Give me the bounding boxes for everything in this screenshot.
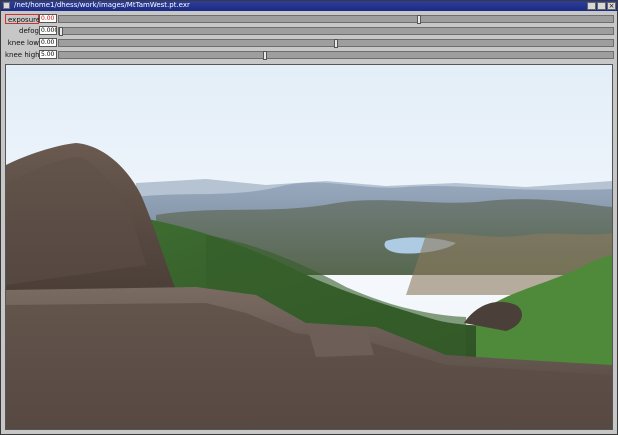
defog-control: defog 0.0000 — [3, 26, 615, 36]
knee-high-label: knee high — [5, 51, 40, 59]
knee-low-control: knee low 0.00 — [3, 38, 615, 48]
window-title: /net/home1/dhess/work/images/MtTamWest.p… — [14, 1, 190, 9]
minimize-icon[interactable] — [587, 2, 596, 10]
knee-high-field[interactable]: 5.00 — [39, 50, 57, 59]
knee-high-control: knee high 5.00 — [3, 50, 615, 60]
title-bar[interactable]: /net/home1/dhess/work/images/MtTamWest.p… — [1, 1, 617, 11]
exposure-label: exposure — [5, 14, 40, 24]
exposure-control: exposure 0.00 — [3, 14, 615, 24]
exposure-slider[interactable] — [58, 15, 614, 24]
exposure-slider-thumb[interactable] — [417, 15, 421, 24]
close-icon[interactable]: × — [607, 2, 616, 10]
knee-low-field[interactable]: 0.00 — [39, 38, 57, 47]
window-menu-icon[interactable] — [3, 2, 10, 9]
landscape-image — [6, 65, 612, 429]
knee-low-slider-thumb[interactable] — [334, 39, 338, 48]
defog-label: defog — [19, 27, 39, 35]
maximize-icon[interactable] — [597, 2, 606, 10]
viewer-window: /net/home1/dhess/work/images/MtTamWest.p… — [0, 0, 618, 435]
defog-field[interactable]: 0.0000 — [39, 26, 57, 35]
knee-high-slider-thumb[interactable] — [263, 51, 267, 60]
knee-low-slider[interactable] — [58, 39, 614, 48]
image-canvas[interactable] — [5, 64, 613, 430]
knee-high-slider[interactable] — [58, 51, 614, 60]
defog-slider-thumb[interactable] — [59, 27, 63, 36]
defog-slider[interactable] — [58, 27, 614, 36]
knee-low-label: knee low — [7, 39, 39, 47]
exposure-field[interactable]: 0.00 — [39, 14, 57, 23]
